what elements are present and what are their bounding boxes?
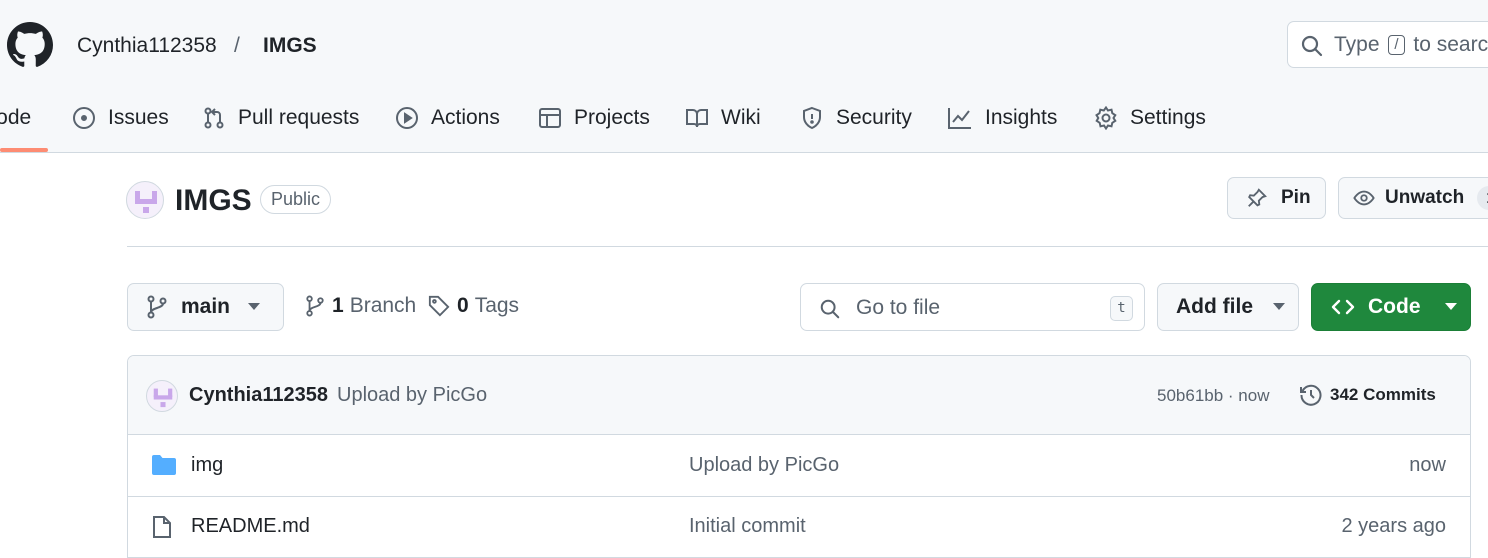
- file-browser: Cynthia112358 Upload by PicGo 50b61bb · …: [127, 355, 1471, 558]
- tab-security[interactable]: Security: [800, 100, 912, 136]
- go-to-file-input[interactable]: Go to file t: [800, 283, 1145, 331]
- unwatch-button[interactable]: Unwatch 1: [1338, 177, 1488, 219]
- latest-commit-bar: Cynthia112358 Upload by PicGo 50b61bb · …: [128, 356, 1470, 435]
- issue-icon: [72, 106, 96, 130]
- file-age: 2 years ago: [1341, 515, 1446, 537]
- book-icon: [685, 106, 709, 130]
- file-commit-message[interactable]: Initial commit: [689, 515, 806, 538]
- title-divider: [127, 246, 1488, 247]
- search-shortcut-key: /: [1388, 35, 1405, 55]
- tab-actions[interactable]: Actions: [395, 100, 500, 136]
- unwatch-label: Unwatch: [1385, 187, 1465, 208]
- commit-count: 342 Commits: [1330, 385, 1436, 404]
- avatar[interactable]: [146, 380, 178, 412]
- graph-icon: [947, 106, 973, 130]
- file-name[interactable]: img: [191, 454, 223, 477]
- branch-selector-button[interactable]: main: [127, 283, 284, 331]
- tab-code[interactable]: Code: [0, 100, 31, 136]
- gear-icon: [1094, 106, 1118, 130]
- tab-projects[interactable]: Projects: [538, 100, 650, 136]
- global-search-input[interactable]: Type / to search: [1287, 21, 1488, 68]
- history-icon: [1299, 383, 1323, 407]
- table-icon: [538, 106, 562, 130]
- tab-issues[interactable]: Issues: [72, 100, 169, 136]
- tab-label: Actions: [431, 106, 500, 129]
- tab-label: Insights: [985, 106, 1058, 129]
- selected-tab-indicator: [0, 148, 48, 152]
- table-row[interactable]: README.md Initial commit 2 years ago: [128, 497, 1470, 557]
- eye-icon: [1352, 187, 1376, 209]
- commit-message[interactable]: Upload by PicGo: [337, 384, 487, 407]
- tab-label: Projects: [574, 106, 650, 129]
- add-file-label: Add file: [1176, 295, 1253, 318]
- go-to-file-placeholder: Go to file: [856, 296, 941, 319]
- tab-settings[interactable]: Settings: [1094, 100, 1206, 136]
- breadcrumb-repo[interactable]: IMGS: [263, 32, 317, 60]
- search-icon: [1300, 34, 1324, 58]
- repo-owner-avatar[interactable]: [126, 181, 164, 219]
- file-age: now: [1409, 454, 1446, 476]
- pull-request-icon: [202, 106, 226, 130]
- branch-count: 1: [332, 294, 344, 317]
- tag-icon: [428, 295, 450, 317]
- tab-insights[interactable]: Insights: [947, 100, 1057, 136]
- pin-label: Pin: [1281, 187, 1311, 208]
- tab-label: Wiki: [721, 106, 761, 129]
- tags-link[interactable]: 0 Tags: [428, 294, 519, 318]
- pin-button[interactable]: Pin: [1227, 177, 1326, 219]
- commits-history-link[interactable]: 342 Commits: [1299, 383, 1436, 407]
- commit-author[interactable]: Cynthia112358: [189, 384, 328, 407]
- search-placeholder: Type / to search: [1334, 33, 1488, 56]
- table-row[interactable]: img Upload by PicGo now: [128, 436, 1470, 497]
- tag-count: 0: [457, 294, 469, 317]
- folder-icon: [151, 454, 177, 476]
- search-icon: [819, 298, 841, 320]
- code-button[interactable]: Code: [1311, 283, 1471, 331]
- branches-link[interactable]: 1 Branch: [305, 294, 416, 318]
- chevron-down-icon: [1444, 303, 1457, 311]
- tab-label: Security: [836, 106, 912, 129]
- tab-pull-requests[interactable]: Pull requests: [202, 100, 359, 136]
- commit-hash-time[interactable]: 50b61bb · now: [1157, 386, 1269, 406]
- pin-icon: [1246, 187, 1268, 209]
- code-icon: [1331, 297, 1355, 317]
- tab-label: Issues: [108, 106, 169, 129]
- tab-label: Code: [0, 106, 32, 129]
- file-name[interactable]: README.md: [191, 515, 310, 538]
- chevron-down-icon: [248, 303, 261, 311]
- repo-name[interactable]: IMGS: [175, 183, 252, 219]
- go-to-file-shortcut: t: [1110, 296, 1133, 321]
- branch-count-label: Branch: [349, 294, 417, 317]
- branch-name: main: [181, 295, 231, 318]
- watch-count: 1: [1477, 186, 1488, 210]
- repo-header: Cynthia112358 / IMGS Type / to search Co…: [0, 0, 1488, 153]
- play-icon: [395, 106, 419, 130]
- tab-label: Pull requests: [238, 106, 360, 129]
- tab-label: Settings: [1130, 106, 1206, 129]
- branch-icon: [305, 294, 325, 318]
- breadcrumb-owner[interactable]: Cynthia112358: [77, 32, 217, 60]
- chevron-down-icon: [1273, 303, 1285, 311]
- breadcrumb-separator: /: [234, 34, 240, 57]
- visibility-badge: Public: [260, 185, 332, 214]
- file-icon: [151, 515, 173, 539]
- tab-wiki[interactable]: Wiki: [685, 100, 761, 136]
- github-logo-icon[interactable]: [7, 22, 53, 68]
- file-commit-message[interactable]: Upload by PicGo: [689, 454, 839, 477]
- shield-icon: [800, 106, 824, 130]
- code-label: Code: [1368, 295, 1421, 318]
- branch-icon: [146, 295, 168, 319]
- add-file-button[interactable]: Add file: [1157, 283, 1299, 331]
- tag-count-label: Tags: [474, 294, 520, 317]
